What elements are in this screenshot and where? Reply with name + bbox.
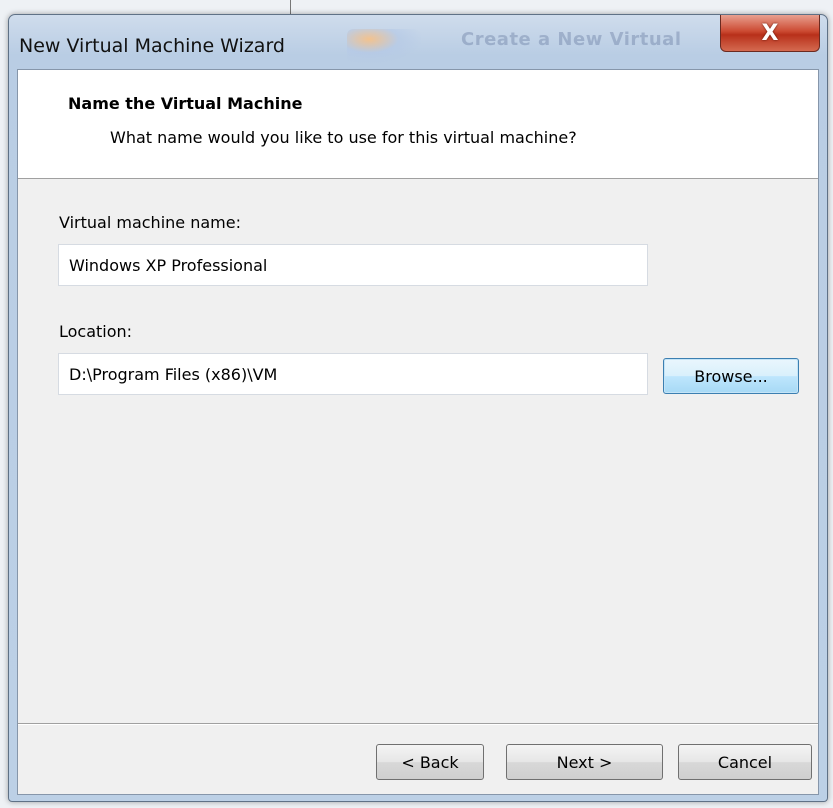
wizard-window: New Virtual Machine Wizard Create a New … <box>8 14 828 802</box>
location-input[interactable] <box>58 353 648 395</box>
background-window-icon <box>347 29 421 63</box>
wizard-client-area: Name the Virtual Machine What name would… <box>17 69 819 795</box>
window-title: New Virtual Machine Wizard <box>19 35 285 57</box>
page-title: Name the Virtual Machine <box>68 94 303 113</box>
vm-name-input[interactable] <box>58 244 648 286</box>
background-window-title: Create a New Virtual <box>461 29 682 50</box>
page-subtitle: What name would you like to use for this… <box>110 128 577 147</box>
close-icon: X <box>761 20 779 46</box>
next-button[interactable]: Next > <box>506 744 663 780</box>
back-button[interactable]: < Back <box>376 744 484 780</box>
footer-separator <box>18 723 818 725</box>
vm-name-label: Virtual machine name: <box>59 213 241 232</box>
location-label: Location: <box>59 322 133 341</box>
browse-button[interactable]: Browse... <box>663 358 799 394</box>
close-button[interactable]: X <box>720 15 820 52</box>
title-bar[interactable]: New Virtual Machine Wizard Create a New … <box>9 15 827 69</box>
wizard-header: Name the Virtual Machine What name would… <box>18 70 818 179</box>
cancel-button[interactable]: Cancel <box>678 744 812 780</box>
